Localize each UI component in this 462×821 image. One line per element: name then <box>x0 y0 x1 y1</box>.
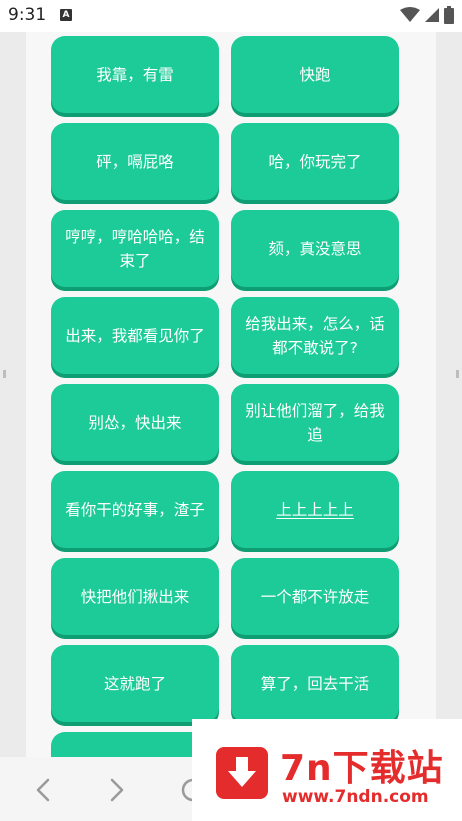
status-time: 9:31 <box>8 5 47 25</box>
sound-button[interactable]: 快跑 <box>231 36 399 113</box>
sound-button[interactable]: 这就跑了 <box>51 645 219 722</box>
sound-button[interactable]: 出来，我都看见你了 <box>51 297 219 374</box>
sound-button[interactable]: 别怂，快出来 <box>51 384 219 461</box>
sound-button[interactable]: 快把他们揪出来 <box>51 558 219 635</box>
sound-button[interactable]: 看你干的好事，渣子 <box>51 471 219 548</box>
battery-icon <box>444 6 454 24</box>
sound-button[interactable]: 一个都不许放走 <box>231 558 399 635</box>
status-bar: 9:31 A <box>0 0 462 32</box>
sound-button[interactable]: 别让他们溜了，给我追 <box>231 384 399 461</box>
scroll-indicator-right <box>456 370 459 378</box>
sound-button[interactable]: 哼哼，哼哈哈哈，结束了 <box>51 210 219 287</box>
scroll-indicator-left <box>3 370 6 378</box>
watermark-overlay: 7n下载站 www.7ndn.com <box>192 719 462 821</box>
download-arrow-icon <box>228 757 256 787</box>
sound-button-list[interactable]: 我靠，有雷 快跑 砰，嗝屁咯 哈，你玩完了 哼哼，哼哈哈哈，结束了 颏，真没意思… <box>26 32 436 757</box>
watermark-url: www.7ndn.com <box>282 787 429 807</box>
watermark-title: 7n下载站 <box>280 748 444 789</box>
back-arrow-icon[interactable] <box>34 777 52 803</box>
sound-button[interactable]: 颏，真没意思 <box>231 210 399 287</box>
status-icons <box>400 6 454 24</box>
sound-button[interactable]: 哈，你玩完了 <box>231 123 399 200</box>
wifi-icon <box>400 7 420 22</box>
sound-button[interactable]: 砰，嗝屁咯 <box>51 123 219 200</box>
signal-icon <box>425 8 439 22</box>
notification-icon: A <box>60 9 72 21</box>
forward-arrow-icon[interactable] <box>108 777 126 803</box>
sound-button[interactable]: 算了，回去干活 <box>231 645 399 722</box>
download-logo-icon <box>216 747 268 799</box>
sound-button[interactable]: 上上上上上 <box>231 471 399 548</box>
sound-button[interactable]: 我靠，有雷 <box>51 36 219 113</box>
sound-button[interactable]: 给我出来，怎么，话都不敢说了? <box>231 297 399 374</box>
